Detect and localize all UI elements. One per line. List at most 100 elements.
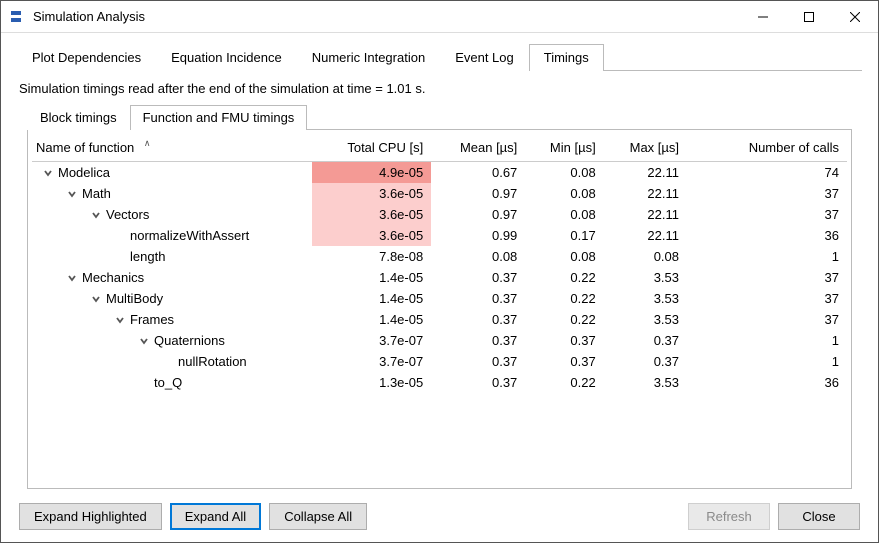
cell-total-cpu: 3.6e-05	[312, 183, 431, 204]
refresh-button[interactable]: Refresh	[688, 503, 770, 530]
function-name: to_Q	[154, 375, 182, 390]
cell-max: 0.08	[604, 246, 687, 267]
cell-max: 0.37	[604, 330, 687, 351]
cell-max: 0.37	[604, 351, 687, 372]
cell-max: 22.11	[604, 162, 687, 184]
cell-min: 0.22	[525, 288, 603, 309]
tab-block-timings[interactable]: Block timings	[27, 105, 130, 130]
function-name: Modelica	[58, 165, 110, 180]
status-line: Simulation timings read after the end of…	[19, 81, 860, 96]
function-name: Mechanics	[82, 270, 144, 285]
cell-calls: 1	[687, 330, 847, 351]
tab-plot-dependencies[interactable]: Plot Dependencies	[17, 44, 156, 71]
table-row[interactable]: length7.8e-080.080.080.081	[32, 246, 847, 267]
timings-sub-tabs: Block timings Function and FMU timings	[27, 104, 852, 130]
simulation-analysis-window: Simulation Analysis Plot Dependencies Eq…	[0, 0, 879, 543]
cell-max: 3.53	[604, 288, 687, 309]
table-row[interactable]: normalizeWithAssert3.6e-050.990.1722.113…	[32, 225, 847, 246]
cell-max: 3.53	[604, 309, 687, 330]
cell-max: 22.11	[604, 183, 687, 204]
table-row[interactable]: MultiBody1.4e-050.370.223.5337	[32, 288, 847, 309]
col-name[interactable]: Name of function ∧	[32, 134, 312, 162]
close-window-button[interactable]	[832, 2, 878, 32]
cell-min: 0.08	[525, 246, 603, 267]
window-title: Simulation Analysis	[33, 9, 740, 24]
tab-numeric-integration[interactable]: Numeric Integration	[297, 44, 440, 71]
cell-min: 0.08	[525, 204, 603, 225]
cell-mean: 0.99	[431, 225, 525, 246]
col-min[interactable]: Min [µs]	[525, 134, 603, 162]
table-row[interactable]: Frames1.4e-050.370.223.5337	[32, 309, 847, 330]
app-icon	[9, 9, 25, 25]
col-total-cpu[interactable]: Total CPU [s]	[312, 134, 431, 162]
cell-min: 0.08	[525, 162, 603, 184]
collapse-all-button[interactable]: Collapse All	[269, 503, 367, 530]
spacer	[375, 503, 680, 530]
col-mean[interactable]: Mean [µs]	[431, 134, 525, 162]
cell-name: Mechanics	[32, 267, 312, 288]
cell-mean: 0.67	[431, 162, 525, 184]
tab-function-fmu-timings[interactable]: Function and FMU timings	[130, 105, 308, 130]
cell-total-cpu: 4.9e-05	[312, 162, 431, 184]
table-row[interactable]: nullRotation3.7e-070.370.370.371	[32, 351, 847, 372]
cell-mean: 0.97	[431, 183, 525, 204]
expand-highlighted-button[interactable]: Expand Highlighted	[19, 503, 162, 530]
function-name: nullRotation	[178, 354, 247, 369]
chevron-down-icon[interactable]	[114, 314, 126, 326]
content-area: Plot Dependencies Equation Incidence Num…	[1, 33, 878, 542]
cell-max: 3.53	[604, 372, 687, 393]
table-row[interactable]: Modelica 4.9e-050.670.0822.1174	[32, 162, 847, 184]
expand-all-button[interactable]: Expand All	[170, 503, 261, 530]
table-row[interactable]: Mechanics1.4e-050.370.223.5337	[32, 267, 847, 288]
cell-total-cpu: 1.4e-05	[312, 309, 431, 330]
cell-max: 3.53	[604, 267, 687, 288]
cell-name: MultiBody	[32, 288, 312, 309]
cell-total-cpu: 1.4e-05	[312, 267, 431, 288]
tab-event-log[interactable]: Event Log	[440, 44, 529, 71]
table-row[interactable]: Vectors3.6e-050.970.0822.1137	[32, 204, 847, 225]
cell-name: to_Q	[32, 372, 312, 393]
cell-min: 0.22	[525, 372, 603, 393]
chevron-down-icon[interactable]	[90, 293, 102, 305]
cell-calls: 37	[687, 309, 847, 330]
col-calls[interactable]: Number of calls	[687, 134, 847, 162]
timings-table: Name of function ∧ Total CPU [s] Mean [µ…	[32, 134, 847, 393]
function-name: MultiBody	[106, 291, 163, 306]
close-button[interactable]: Close	[778, 503, 860, 530]
function-name: Quaternions	[154, 333, 225, 348]
cell-total-cpu: 3.6e-05	[312, 204, 431, 225]
function-name: length	[130, 249, 165, 264]
cell-calls: 1	[687, 246, 847, 267]
cell-calls: 36	[687, 225, 847, 246]
table-row[interactable]: Quaternions3.7e-070.370.370.371	[32, 330, 847, 351]
cell-name: Math	[32, 183, 312, 204]
cell-mean: 0.37	[431, 288, 525, 309]
chevron-down-icon[interactable]	[66, 272, 78, 284]
main-tabs: Plot Dependencies Equation Incidence Num…	[17, 43, 862, 71]
chevron-down-icon[interactable]	[138, 335, 150, 347]
function-name: Frames	[130, 312, 174, 327]
chevron-down-icon[interactable]	[66, 188, 78, 200]
table-row[interactable]: to_Q1.3e-050.370.223.5336	[32, 372, 847, 393]
cell-min: 0.22	[525, 267, 603, 288]
function-name: Math	[82, 186, 111, 201]
cell-calls: 37	[687, 288, 847, 309]
cell-name: Frames	[32, 309, 312, 330]
maximize-button[interactable]	[786, 2, 832, 32]
cell-name: Vectors	[32, 204, 312, 225]
cell-name: nullRotation	[32, 351, 312, 372]
table-row[interactable]: Math3.6e-050.970.0822.1137	[32, 183, 847, 204]
cell-total-cpu: 3.7e-07	[312, 330, 431, 351]
cell-calls: 37	[687, 267, 847, 288]
chevron-down-icon[interactable]	[90, 209, 102, 221]
chevron-down-icon[interactable]	[42, 167, 54, 179]
cell-max: 22.11	[604, 204, 687, 225]
cell-total-cpu: 3.7e-07	[312, 351, 431, 372]
minimize-button[interactable]	[740, 2, 786, 32]
tab-timings[interactable]: Timings	[529, 44, 604, 71]
cell-calls: 36	[687, 372, 847, 393]
tab-equation-incidence[interactable]: Equation Incidence	[156, 44, 297, 71]
col-max[interactable]: Max [µs]	[604, 134, 687, 162]
cell-mean: 0.37	[431, 309, 525, 330]
cell-calls: 74	[687, 162, 847, 184]
